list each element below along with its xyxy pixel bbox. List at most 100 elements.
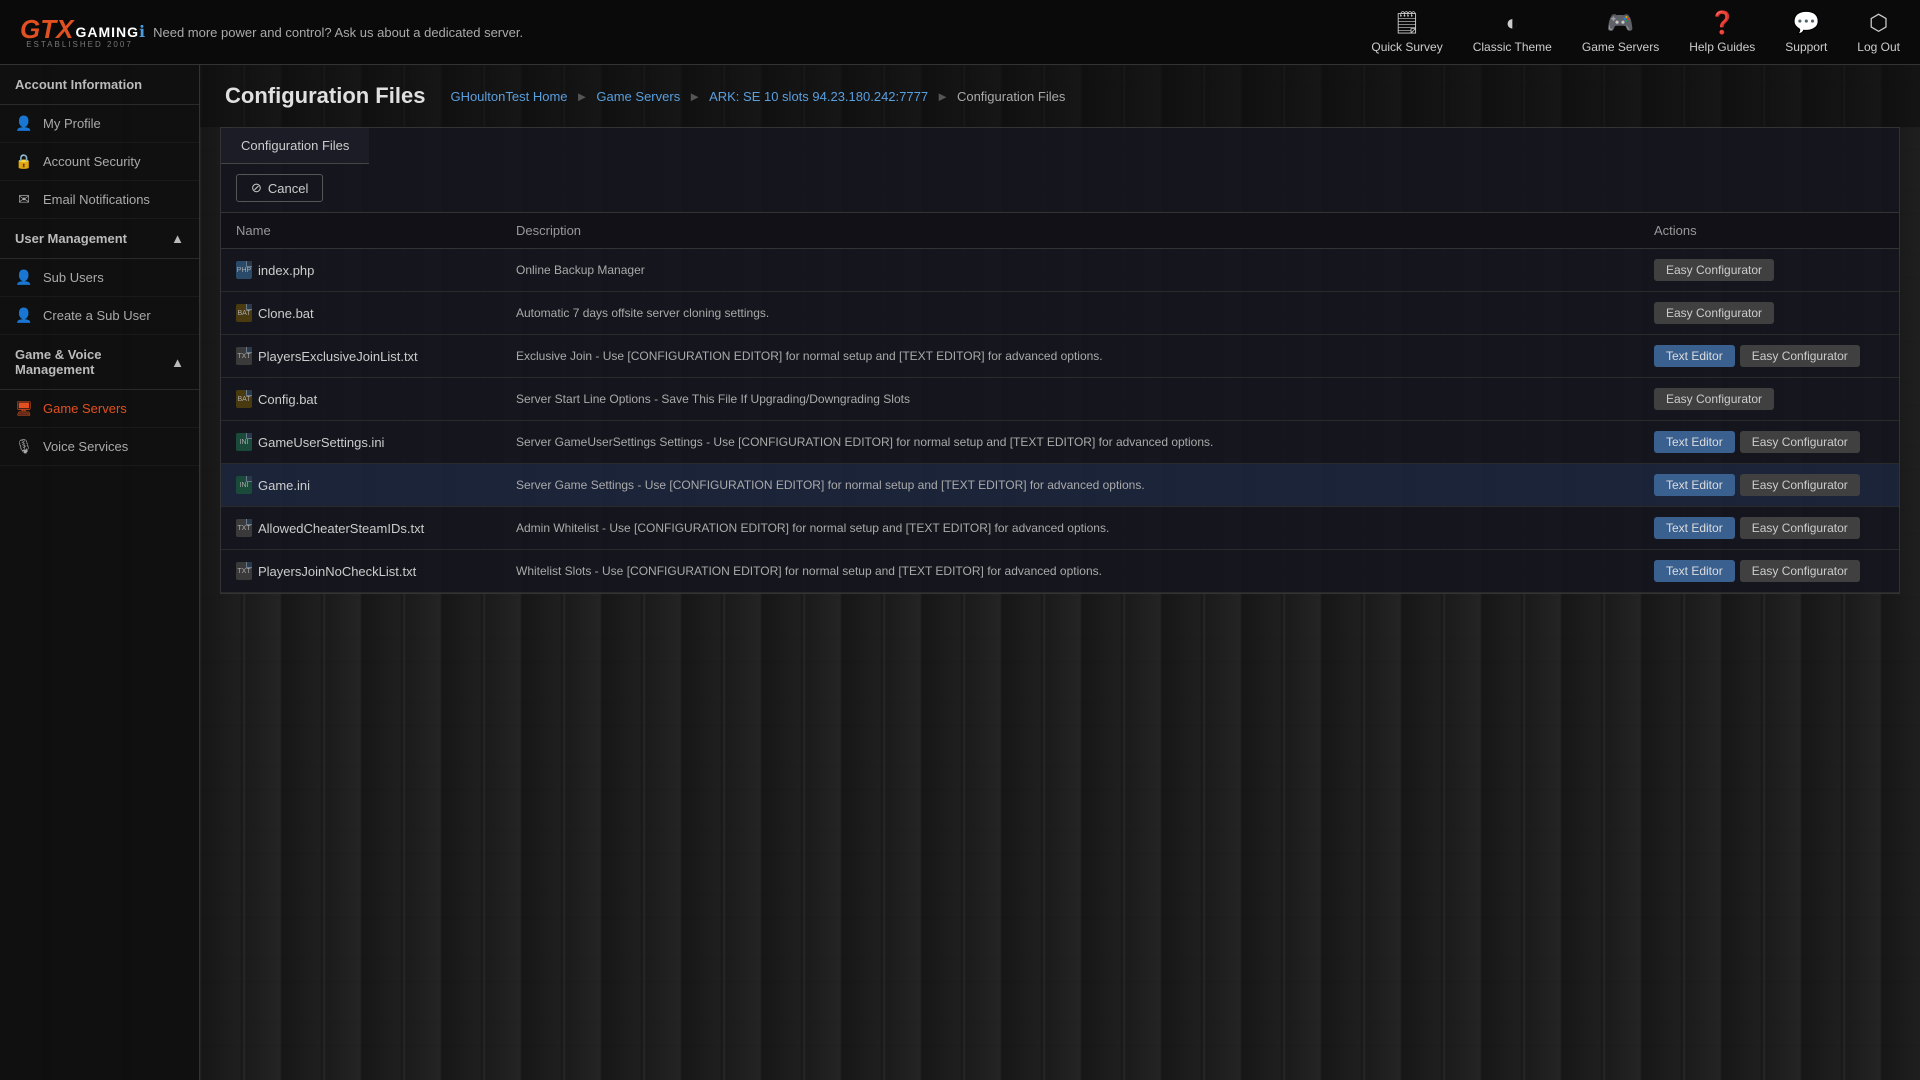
sidebar-sub-users-label: Sub Users xyxy=(43,270,104,285)
text-editor-button[interactable]: Text Editor xyxy=(1654,474,1735,496)
account-security-icon: 🔒 xyxy=(15,153,33,170)
file-actions: Easy Configurator xyxy=(1639,378,1899,421)
sidebar-section-game-voice[interactable]: Game & Voice Management ▲ xyxy=(0,335,199,390)
file-type-badge: TXT xyxy=(236,519,252,537)
nav-support[interactable]: 💬 Support xyxy=(1785,10,1827,54)
text-editor-button[interactable]: Text Editor xyxy=(1654,517,1735,539)
file-name-cell: TXT PlayersExclusiveJoinList.txt xyxy=(221,335,501,378)
file-name-cell: TXT PlayersJoinNoCheckList.txt xyxy=(221,550,501,593)
col-name: Name xyxy=(221,213,501,249)
cancel-button[interactable]: ⊘ Cancel xyxy=(236,174,323,202)
easy-configurator-button[interactable]: Easy Configurator xyxy=(1654,388,1774,410)
chevron-up-icon-2: ▲ xyxy=(171,355,184,370)
file-description: Server Start Line Options - Save This Fi… xyxy=(501,378,1639,421)
sidebar-account-security-label: Account Security xyxy=(43,154,141,169)
file-type-badge: PHP xyxy=(236,261,252,279)
file-type-badge: INI xyxy=(236,433,252,451)
sidebar-voice-services-label: Voice Services xyxy=(43,439,128,454)
nav-support-label: Support xyxy=(1785,40,1827,54)
file-name: GameUserSettings.ini xyxy=(258,435,384,450)
nav-game-servers-label: Game Servers xyxy=(1582,40,1659,54)
sidebar-my-profile-label: My Profile xyxy=(43,116,101,131)
info-icon: ℹ xyxy=(139,22,145,42)
sidebar-item-voice-services[interactable]: 🎙 Voice Services xyxy=(0,428,199,466)
top-nav: 🗒 Quick Survey ◐ Classic Theme 🎮 Game Se… xyxy=(1371,10,1900,54)
classic-theme-icon: ◐ xyxy=(1506,10,1519,36)
nav-log-out[interactable]: ⬡ Log Out xyxy=(1857,10,1900,54)
info-bar: ℹ Need more power and control? Ask us ab… xyxy=(139,22,1371,42)
easy-configurator-button[interactable]: Easy Configurator xyxy=(1740,560,1860,582)
logo[interactable]: GTX GAMING ESTABLISHED 2007 xyxy=(20,16,139,49)
file-type-badge: TXT xyxy=(236,347,252,365)
sidebar-item-create-sub-user[interactable]: 👤 Create a Sub User xyxy=(0,297,199,335)
file-name: PlayersExclusiveJoinList.txt xyxy=(258,349,418,364)
nav-help-guides-label: Help Guides xyxy=(1689,40,1755,54)
breadcrumb-game-servers[interactable]: Game Servers xyxy=(596,89,680,104)
easy-configurator-button[interactable]: Easy Configurator xyxy=(1740,345,1860,367)
text-editor-button[interactable]: Text Editor xyxy=(1654,345,1735,367)
sidebar-email-notifications-label: Email Notifications xyxy=(43,192,150,207)
content-panel: Configuration Files ⊘ Cancel Name Descri… xyxy=(220,127,1900,594)
easy-configurator-button[interactable]: Easy Configurator xyxy=(1740,474,1860,496)
file-description: Online Backup Manager xyxy=(501,249,1639,292)
header: GTX GAMING ESTABLISHED 2007 ℹ Need more … xyxy=(0,0,1920,65)
easy-configurator-button[interactable]: Easy Configurator xyxy=(1740,431,1860,453)
sidebar-item-game-servers[interactable]: 🖥 Game Servers xyxy=(0,390,199,428)
col-actions: Actions xyxy=(1639,213,1899,249)
file-name: Clone.bat xyxy=(258,306,314,321)
breadcrumb-sep-1: ► xyxy=(576,89,589,104)
breadcrumb-sep-3: ► xyxy=(936,89,949,104)
file-description: Server GameUserSettings Settings - Use [… xyxy=(501,421,1639,464)
file-name: Config.bat xyxy=(258,392,317,407)
easy-configurator-button[interactable]: Easy Configurator xyxy=(1654,259,1774,281)
panel-tab[interactable]: Configuration Files xyxy=(221,128,369,164)
breadcrumb-sep-2: ► xyxy=(688,89,701,104)
sidebar-game-servers-label: Game Servers xyxy=(43,401,127,416)
info-message: Need more power and control? Ask us abou… xyxy=(153,25,523,40)
game-servers-sidebar-icon: 🖥 xyxy=(15,400,33,417)
text-editor-button[interactable]: Text Editor xyxy=(1654,560,1735,582)
file-name-cell: TXT AllowedCheaterSteamIDs.txt xyxy=(221,507,501,550)
sidebar-item-my-profile[interactable]: 👤 My Profile xyxy=(0,105,199,143)
table-row: BAT Config.bat Server Start Line Options… xyxy=(221,378,1899,421)
voice-services-icon: 🎙 xyxy=(15,438,33,455)
col-description: Description xyxy=(501,213,1639,249)
file-name: PlayersJoinNoCheckList.txt xyxy=(258,564,416,579)
sidebar: Account Information 👤 My Profile 🔒 Accou… xyxy=(0,65,200,1080)
file-name-cell: INI GameUserSettings.ini xyxy=(221,421,501,464)
nav-classic-theme-label: Classic Theme xyxy=(1473,40,1552,54)
nav-classic-theme[interactable]: ◐ Classic Theme xyxy=(1473,10,1552,54)
file-actions: Text EditorEasy Configurator xyxy=(1639,550,1899,593)
breadcrumb-home[interactable]: GHoultonTest Home xyxy=(450,89,567,104)
cancel-label: Cancel xyxy=(268,181,308,196)
sidebar-item-email-notifications[interactable]: ✉ Email Notifications xyxy=(0,181,199,219)
sidebar-create-sub-user-label: Create a Sub User xyxy=(43,308,151,323)
file-description: Admin Whitelist - Use [CONFIGURATION EDI… xyxy=(501,507,1639,550)
user-management-label: User Management xyxy=(15,231,127,246)
easy-configurator-button[interactable]: Easy Configurator xyxy=(1740,517,1860,539)
nav-quick-survey[interactable]: 🗒 Quick Survey xyxy=(1371,10,1442,54)
log-out-icon: ⬡ xyxy=(1869,10,1888,36)
file-type-badge: BAT xyxy=(236,304,252,322)
breadcrumb-server[interactable]: ARK: SE 10 slots 94.23.180.242:7777 xyxy=(709,89,928,104)
support-icon: 💬 xyxy=(1793,10,1820,36)
help-guides-icon: ❓ xyxy=(1709,10,1736,36)
create-sub-user-icon: 👤 xyxy=(15,307,33,324)
sidebar-item-sub-users[interactable]: 👤 Sub Users xyxy=(0,259,199,297)
file-name-cell: INI Game.ini xyxy=(221,464,501,507)
sidebar-section-user-management[interactable]: User Management ▲ xyxy=(0,219,199,259)
table-row: PHP index.php Online Backup ManagerEasy … xyxy=(221,249,1899,292)
chevron-up-icon: ▲ xyxy=(171,231,184,246)
table-row: TXT PlayersJoinNoCheckList.txt Whitelist… xyxy=(221,550,1899,593)
page-header: Configuration Files GHoultonTest Home ► … xyxy=(200,65,1920,127)
config-table: Name Description Actions PHP index.php O… xyxy=(221,213,1899,593)
sidebar-item-account-security[interactable]: 🔒 Account Security xyxy=(0,143,199,181)
nav-help-guides[interactable]: ❓ Help Guides xyxy=(1689,10,1755,54)
easy-configurator-button[interactable]: Easy Configurator xyxy=(1654,302,1774,324)
file-name-cell: BAT Config.bat xyxy=(221,378,501,421)
file-type-badge: INI xyxy=(236,476,252,494)
text-editor-button[interactable]: Text Editor xyxy=(1654,431,1735,453)
main-content: Configuration Files GHoultonTest Home ► … xyxy=(200,65,1920,1080)
nav-game-servers[interactable]: 🎮 Game Servers xyxy=(1582,10,1659,54)
file-actions: Easy Configurator xyxy=(1639,249,1899,292)
